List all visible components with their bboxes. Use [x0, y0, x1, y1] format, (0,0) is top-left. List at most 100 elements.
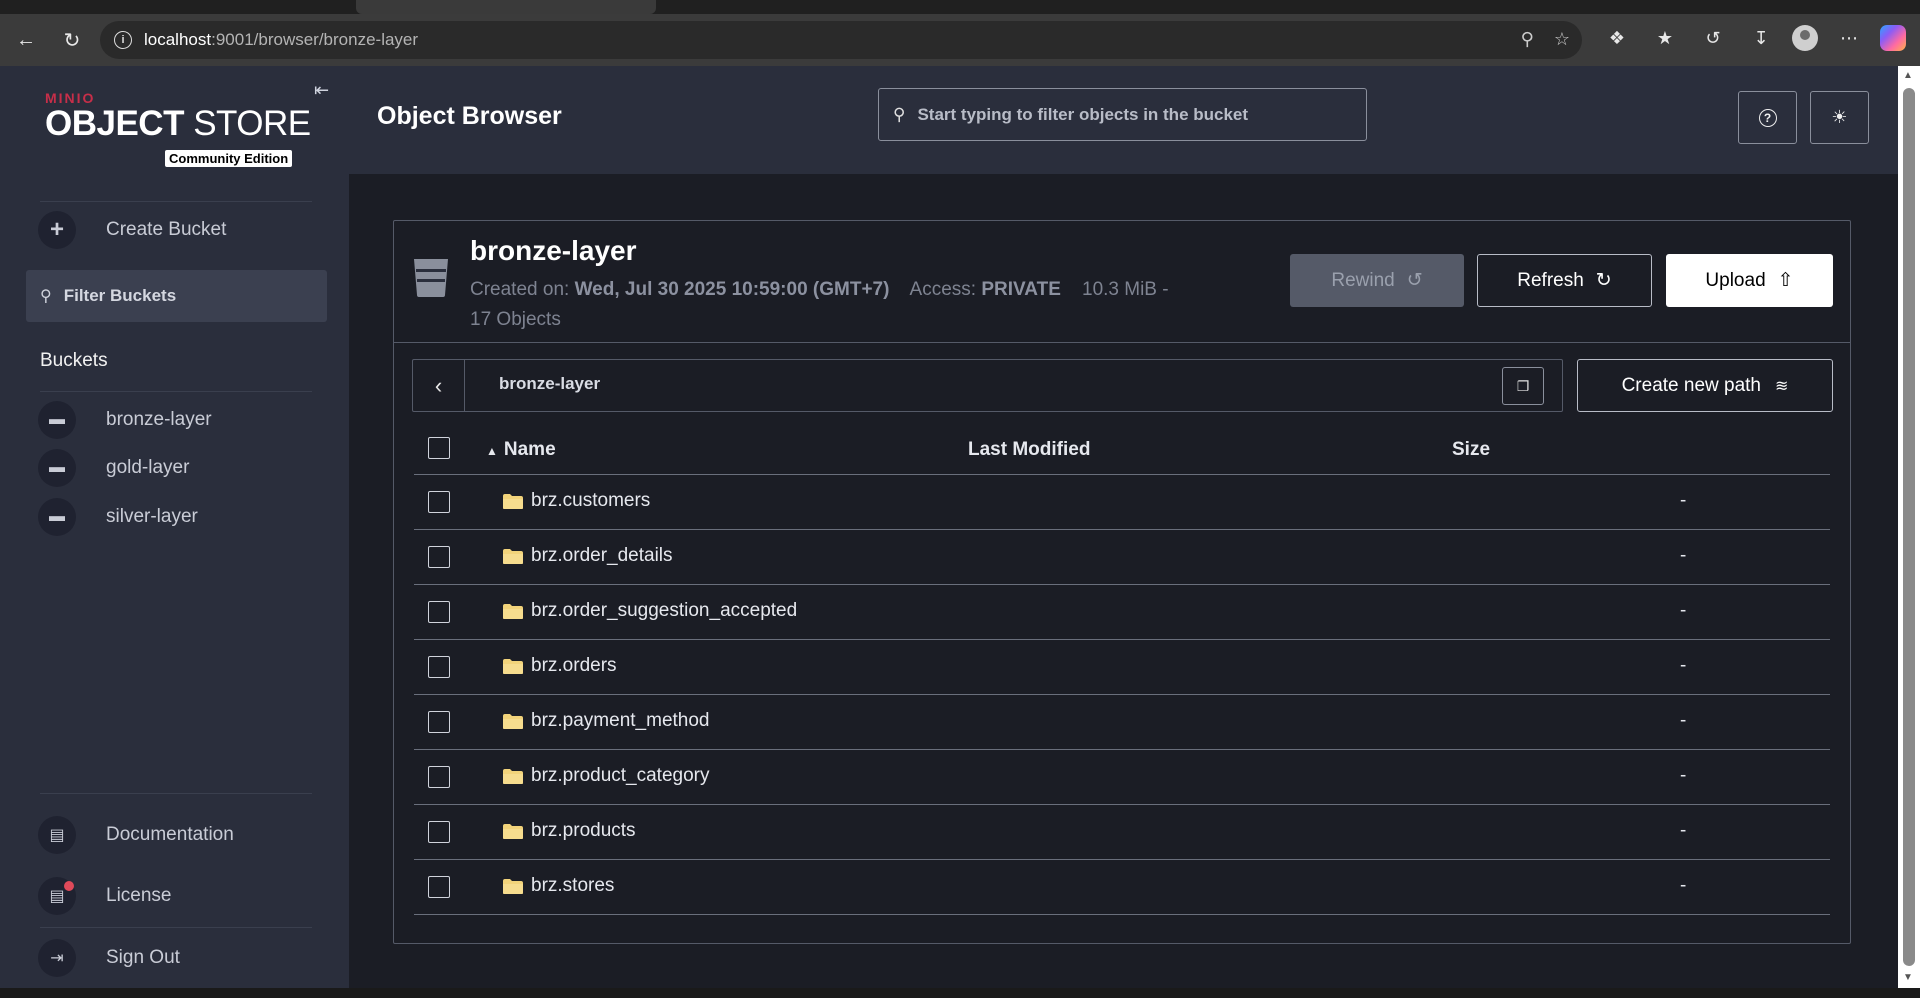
table-row[interactable]: brz.order_details - [414, 530, 1830, 585]
row-checkbox[interactable] [428, 711, 450, 733]
more-menu-icon[interactable]: ⋯ [1832, 21, 1866, 55]
breadcrumb-path[interactable]: bronze-layer [499, 374, 600, 394]
sign-out-button[interactable]: ⇥ Sign Out [38, 939, 180, 977]
license-link[interactable]: ▤ License [38, 877, 172, 915]
object-name[interactable]: brz.stores [531, 875, 614, 897]
column-size-header[interactable]: Size [1452, 439, 1490, 461]
object-filter-input[interactable]: ⚲ Start typing to filter objects in the … [878, 88, 1367, 141]
row-checkbox[interactable] [428, 766, 450, 788]
main-header: Object Browser ⚲ Start typing to filter … [349, 66, 1898, 174]
buckets-heading: Buckets [40, 350, 108, 371]
zoom-icon[interactable]: ⚲ [1521, 29, 1534, 50]
logout-icon: ⇥ [38, 939, 76, 977]
objects-table: ▲ Name Last Modified Size brz.customers - b… [414, 423, 1830, 915]
history-icon: ↺ [1406, 270, 1423, 291]
page-scrollbar[interactable]: ▲ ▼ [1898, 66, 1920, 988]
create-bucket-button[interactable]: + Create Bucket [38, 211, 226, 249]
row-checkbox[interactable] [428, 821, 450, 843]
browser-tab[interactable] [356, 0, 656, 14]
object-name[interactable]: brz.products [531, 820, 636, 842]
row-checkbox[interactable] [428, 491, 450, 513]
row-checkbox[interactable] [428, 601, 450, 623]
folder-icon [503, 824, 523, 839]
window-bottom-edge [0, 988, 1920, 998]
divider [40, 927, 312, 928]
copy-path-button[interactable]: ❐ [1502, 367, 1544, 405]
object-size: - [1680, 820, 1687, 841]
refresh-icon: ↻ [1595, 270, 1612, 291]
folder-icon [503, 549, 523, 564]
history-icon[interactable]: ↺ [1696, 21, 1730, 55]
folder-icon [503, 659, 523, 674]
sidebar-bucket-gold-layer[interactable]: ▬ gold-layer [38, 449, 189, 487]
profile-avatar[interactable] [1792, 25, 1818, 51]
object-size: - [1680, 710, 1687, 731]
extensions-icon[interactable]: ❖ [1600, 21, 1634, 55]
object-name[interactable]: brz.product_category [531, 765, 710, 787]
table-row[interactable]: brz.customers - [414, 475, 1830, 530]
theme-toggle-button[interactable]: ☀ [1810, 91, 1869, 144]
refresh-button[interactable]: Refresh ↻ [1477, 254, 1652, 307]
row-checkbox[interactable] [428, 656, 450, 678]
content-area: bronze-layer Created on: Wed, Jul 30 202… [349, 174, 1898, 988]
copy-icon: ❐ [1516, 377, 1530, 394]
row-checkbox[interactable] [428, 546, 450, 568]
bucket-icon: ▬ [38, 401, 76, 439]
page-title: Object Browser [377, 102, 562, 130]
object-name[interactable]: brz.payment_method [531, 710, 710, 732]
object-name[interactable]: brz.orders [531, 655, 617, 677]
copilot-icon[interactable] [1880, 25, 1906, 51]
folder-icon [503, 879, 523, 894]
plus-icon: + [38, 211, 76, 249]
upload-button[interactable]: Upload ⇧ [1666, 254, 1833, 307]
bucket-info-header: bronze-layer Created on: Wed, Jul 30 202… [394, 221, 1850, 343]
minio-logo: MINIO OBJECT STORE Community Edition [45, 90, 311, 167]
browser-tabstrip [0, 0, 1920, 14]
favorites-icon[interactable]: ★ [1648, 21, 1682, 55]
downloads-icon[interactable]: ↧ [1744, 21, 1778, 55]
scroll-down-icon[interactable]: ▼ [1903, 972, 1913, 983]
sidebar-bucket-bronze-layer[interactable]: ▬ bronze-layer [38, 401, 212, 439]
documentation-link[interactable]: ▤ Documentation [38, 816, 234, 854]
object-size: - [1680, 765, 1687, 786]
table-row[interactable]: brz.order_suggestion_accepted - [414, 585, 1830, 640]
reload-icon[interactable]: ↻ [54, 22, 90, 58]
scroll-up-icon[interactable]: ▲ [1903, 70, 1913, 81]
back-chevron-icon[interactable]: ‹ [413, 360, 465, 411]
favorite-star-icon[interactable]: ☆ [1554, 29, 1570, 50]
help-button[interactable]: ? [1738, 91, 1797, 144]
table-row[interactable]: brz.products - [414, 805, 1830, 860]
rewind-button[interactable]: Rewind ↺ [1290, 254, 1464, 307]
column-name-header[interactable]: ▲ Name [486, 439, 556, 461]
bucket-name: bronze-layer [470, 235, 637, 266]
select-all-checkbox[interactable] [428, 437, 450, 459]
browser-toolbar: ← ↻ i localhost:9001/browser/bronze-laye… [0, 14, 1920, 66]
bucket-icon: ▬ [38, 498, 76, 536]
collapse-sidebar-icon[interactable]: ⇤ [314, 80, 329, 101]
object-size: - [1680, 545, 1687, 566]
sidebar-bucket-silver-layer[interactable]: ▬ silver-layer [38, 498, 198, 536]
object-name[interactable]: brz.order_suggestion_accepted [531, 600, 797, 622]
address-bar[interactable]: i localhost:9001/browser/bronze-layer ⚲ … [100, 21, 1582, 59]
table-row[interactable]: brz.stores - [414, 860, 1830, 915]
sidebar: MINIO OBJECT STORE Community Edition ⇤ +… [0, 66, 349, 988]
edition-badge: Community Edition [165, 150, 293, 167]
site-info-icon[interactable]: i [114, 31, 132, 49]
row-checkbox[interactable] [428, 876, 450, 898]
filter-buckets-input[interactable]: ⚲ Filter Buckets [26, 270, 327, 322]
table-row[interactable]: brz.product_category - [414, 750, 1830, 805]
column-modified-header[interactable]: Last Modified [968, 439, 1090, 461]
new-path-icon: ≋ [1775, 377, 1789, 395]
bucket-meta: Created on: Wed, Jul 30 2025 10:59:00 (G… [470, 279, 1169, 330]
table-row[interactable]: brz.payment_method - [414, 695, 1830, 750]
object-size: - [1680, 875, 1687, 896]
object-name[interactable]: brz.customers [531, 490, 650, 512]
help-icon: ? [1758, 108, 1777, 127]
scrollbar-thumb[interactable] [1903, 88, 1915, 966]
object-name[interactable]: brz.order_details [531, 545, 673, 567]
create-new-path-button[interactable]: Create new path ≋ [1577, 359, 1833, 412]
table-row[interactable]: brz.orders - [414, 640, 1830, 695]
back-arrow-icon[interactable]: ← [8, 22, 44, 58]
divider [40, 201, 312, 202]
address-url[interactable]: localhost:9001/browser/bronze-layer [144, 30, 418, 50]
